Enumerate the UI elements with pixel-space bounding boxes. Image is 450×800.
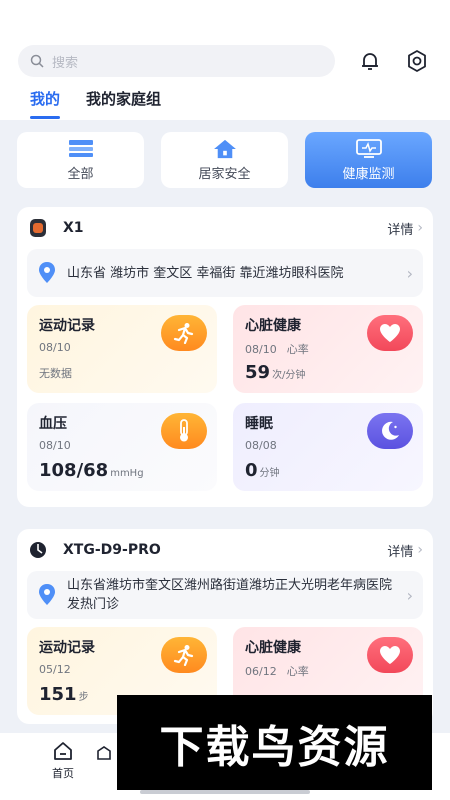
address-text: 山东省潍坊市奎文区潍州路街道潍坊正大光明老年病医院发热门诊	[67, 578, 393, 612]
tile-value: 108/68 mmHg	[39, 460, 144, 481]
tab-family-group[interactable]: 我的家庭组	[86, 88, 161, 119]
chevron-right-icon: ›	[406, 585, 413, 605]
category-all[interactable]: 全部	[17, 132, 144, 188]
tile-date: 06/12	[245, 665, 277, 678]
no-data-label: 无数据	[39, 367, 72, 380]
chevron-right-icon: ›	[417, 220, 423, 236]
smartwatch-icon	[27, 539, 49, 561]
address-text: 山东省 潍坊市 奎文区 幸福街 靠近潍坊眼科医院	[67, 265, 344, 281]
tab-bar: 我的 我的家庭组	[30, 88, 161, 119]
blood-pressure-tile[interactable]: 血压 08/10 108/68 mmHg	[27, 403, 217, 491]
search-placeholder: 搜索	[52, 55, 79, 71]
heart-health-tile[interactable]: 心脏健康 08/10 心率 59 次/分钟	[233, 305, 423, 393]
chevron-right-icon: ›	[406, 263, 413, 283]
category-health-monitor[interactable]: 健康监测	[305, 132, 432, 188]
home-icon	[54, 742, 72, 760]
tile-date: 08/10	[245, 343, 277, 356]
heart-icon	[367, 637, 413, 673]
category-home-safety[interactable]: 居家安全	[161, 132, 288, 188]
watermark-banner: 下载鸟资源	[117, 695, 432, 790]
sleep-value: 0	[245, 460, 258, 481]
device-name: XTG-D9-PRO	[63, 542, 161, 558]
heart-rate-unit: 次/分钟	[272, 370, 306, 381]
search-input[interactable]: 搜索	[18, 45, 335, 77]
home-indicator	[140, 790, 310, 794]
device-name: X1	[63, 220, 84, 236]
gear-icon[interactable]	[403, 47, 431, 75]
metric-label: 心率	[286, 343, 309, 356]
house-icon	[213, 139, 236, 158]
bell-icon[interactable]	[356, 47, 384, 75]
category-health-monitor-label: 健康监测	[342, 166, 395, 182]
detail-link[interactable]: 详情 ›	[387, 541, 423, 560]
category-home-safety-label: 居家安全	[198, 166, 251, 182]
detail-label: 详情	[387, 544, 414, 560]
running-icon	[161, 315, 207, 351]
list-icon	[68, 139, 93, 157]
tab-mine[interactable]: 我的	[30, 88, 61, 119]
nav-second-icon[interactable]	[96, 745, 112, 761]
heart-rate-value: 59	[245, 362, 271, 383]
device-header: X1 详情 ›	[27, 207, 423, 249]
sleep-unit: 分钟	[259, 468, 280, 479]
metric-label: 心率	[286, 665, 309, 678]
nav-home-label: 首页	[52, 767, 74, 780]
exercise-tile[interactable]: 运动记录 08/10 无数据	[27, 305, 217, 393]
nav-home[interactable]: 首页	[52, 741, 74, 781]
device-header: XTG-D9-PRO 详情 ›	[27, 529, 423, 571]
tile-value: 151 步	[39, 684, 89, 705]
category-row: 全部 居家安全 健康监测	[17, 132, 433, 188]
detail-label: 详情	[387, 222, 414, 238]
steps-unit: 步	[78, 692, 89, 703]
tile-value: 0 分钟	[245, 460, 280, 481]
address-row[interactable]: 山东省 潍坊市 奎文区 幸福街 靠近潍坊眼科医院 ›	[27, 249, 423, 297]
blood-pressure-value: 108/68	[39, 460, 109, 481]
search-icon	[30, 54, 44, 68]
smartwatch-icon	[27, 217, 49, 239]
device-card: X1 详情 › 山东省 潍坊市 奎文区 幸福街 靠近潍坊眼科医院 › 运动记录 …	[17, 207, 433, 507]
running-icon	[161, 637, 207, 673]
thermometer-icon	[161, 413, 207, 449]
address-row[interactable]: 山东省潍坊市奎文区潍州路街道潍坊正大光明老年病医院发热门诊 ›	[27, 571, 423, 619]
detail-link[interactable]: 详情 ›	[387, 219, 423, 238]
heart-icon	[367, 315, 413, 351]
steps-value: 151	[39, 684, 77, 705]
blood-pressure-unit: mmHg	[110, 468, 144, 479]
location-pin-icon	[39, 262, 55, 283]
health-tiles: 运动记录 08/10 无数据 心脏健康 08/10 心率 59 次/分钟 血压 …	[27, 305, 423, 491]
moon-icon	[367, 413, 413, 449]
sleep-tile[interactable]: 睡眠 08/08 0 分钟	[233, 403, 423, 491]
chevron-right-icon: ›	[417, 542, 423, 558]
tile-value: 59 次/分钟	[245, 362, 305, 383]
monitor-icon	[355, 138, 382, 158]
category-all-label: 全部	[67, 166, 94, 182]
location-pin-icon	[39, 584, 55, 605]
header: 搜索 我的 我的家庭组	[0, 0, 450, 120]
